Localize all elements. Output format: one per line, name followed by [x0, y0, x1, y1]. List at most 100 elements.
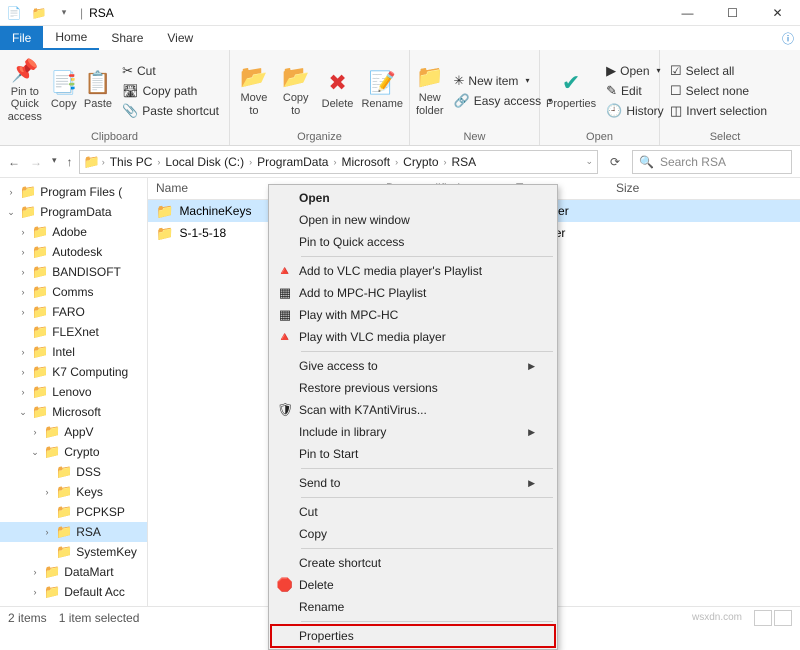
chevron-icon[interactable]: ⌄ — [18, 407, 28, 418]
invert-selection-button[interactable]: ◫Invert selection — [666, 102, 771, 120]
context-menu-item[interactable]: 🔺Play with VLC media player — [271, 326, 555, 348]
context-menu-item[interactable]: Cut — [271, 501, 555, 523]
context-menu-item[interactable]: Include in library▶ — [271, 421, 555, 443]
maximize-button[interactable]: ☐ — [710, 0, 755, 26]
context-menu-item[interactable]: 🛑Delete — [271, 574, 555, 596]
sidebar-item[interactable]: ›📁Intel — [0, 342, 147, 362]
minimize-button[interactable]: ― — [665, 0, 710, 26]
context-menu-item[interactable]: 🔺Add to VLC media player's Playlist — [271, 260, 555, 282]
sidebar-item[interactable]: ›📁Lenovo — [0, 382, 147, 402]
chevron-icon[interactable]: › — [42, 527, 52, 537]
qat-dropdown[interactable]: ▾ — [50, 7, 78, 18]
chevron-icon[interactable]: › — [30, 427, 40, 437]
new-folder-button[interactable]: 📁New folder — [416, 64, 444, 116]
tab-file[interactable]: File — [0, 26, 43, 50]
ribbon-collapse[interactable]: ⓘ — [776, 26, 800, 50]
view-large-icons-button[interactable] — [774, 610, 792, 626]
context-menu-item[interactable]: 🛡Scan with K7AntiVirus... — [271, 399, 555, 421]
search-input[interactable]: 🔍 Search RSA — [632, 150, 792, 174]
chevron-icon[interactable]: › — [18, 287, 28, 297]
sidebar-item[interactable]: 📁PCPKSP — [0, 502, 147, 522]
chevron-icon[interactable]: › — [18, 267, 28, 277]
sidebar-item[interactable]: 📁SystemKey — [0, 542, 147, 562]
context-menu-item[interactable]: Give access to▶ — [271, 355, 555, 377]
context-menu-item[interactable]: ▦Add to MPC-HC Playlist — [271, 282, 555, 304]
sidebar-item[interactable]: ›📁AppV — [0, 422, 147, 442]
crumb-programdata[interactable]: ProgramData — [254, 155, 331, 169]
sidebar-item[interactable]: ⌄📁ProgramData — [0, 202, 147, 222]
address-dropdown[interactable]: ⌄ — [585, 156, 593, 167]
crumb-local-disk[interactable]: Local Disk (C:) — [162, 155, 247, 169]
chevron-icon[interactable]: › — [18, 227, 28, 237]
view-details-button[interactable] — [754, 610, 772, 626]
chevron-icon[interactable]: › — [6, 187, 16, 197]
chevron-icon[interactable]: › — [18, 387, 28, 397]
sidebar-item[interactable]: 📁DSS — [0, 462, 147, 482]
pin-to-quick-access-button[interactable]: 📌Pin to Quick access — [6, 58, 44, 122]
delete-button[interactable]: ✖Delete — [320, 70, 356, 110]
breadcrumb[interactable]: 📁 › This PC› Local Disk (C:)› ProgramDat… — [79, 150, 598, 174]
context-menu-item[interactable]: Create shortcut — [271, 552, 555, 574]
column-size[interactable]: Size — [608, 178, 688, 199]
rename-button[interactable]: 📝Rename — [361, 70, 403, 110]
sidebar-item[interactable]: ›📁Adobe — [0, 222, 147, 242]
copy-path-button[interactable]: 🛣Copy path — [118, 82, 223, 100]
chevron-icon[interactable]: › — [18, 367, 28, 377]
select-all-button[interactable]: ☑Select all — [666, 62, 771, 80]
sidebar-item[interactable]: ⌄📁Microsoft — [0, 402, 147, 422]
context-menu-item[interactable]: Properties — [271, 625, 555, 647]
quick-access-toolbar-icon[interactable]: 📄 — [0, 6, 28, 20]
sidebar-item[interactable]: ›📁DataMart — [0, 562, 147, 582]
sidebar-item[interactable]: ›📁Comms — [0, 282, 147, 302]
crumb-this-pc[interactable]: This PC — [107, 155, 156, 169]
crumb-rsa[interactable]: RSA — [449, 155, 480, 169]
context-menu-item[interactable]: Pin to Start — [271, 443, 555, 465]
sidebar-item[interactable]: 📁FLEXnet — [0, 322, 147, 342]
select-none-button[interactable]: ☐Select none — [666, 82, 771, 100]
tab-home[interactable]: Home — [43, 26, 99, 50]
chevron-icon[interactable]: › — [30, 567, 40, 577]
context-menu-item[interactable]: ▦Play with MPC-HC — [271, 304, 555, 326]
paste-button[interactable]: 📋Paste — [84, 70, 112, 110]
up-button[interactable]: ↑ — [67, 155, 73, 169]
chevron-icon[interactable]: › — [18, 347, 28, 357]
edit-button[interactable]: ✎Edit — [602, 82, 668, 100]
tab-share[interactable]: Share — [99, 26, 155, 50]
sidebar-item[interactable]: ›📁K7 Computing — [0, 362, 147, 382]
context-menu-item[interactable]: Restore previous versions — [271, 377, 555, 399]
sidebar-item[interactable]: ›📁Default Acc — [0, 582, 147, 602]
forward-button[interactable]: → — [30, 155, 42, 169]
paste-shortcut-button[interactable]: 📎Paste shortcut — [118, 102, 223, 120]
context-menu-item[interactable]: Open — [271, 187, 555, 209]
chevron-icon[interactable]: › — [18, 307, 28, 317]
back-button[interactable]: ← — [8, 155, 20, 169]
chevron-icon[interactable]: ⌄ — [6, 207, 16, 218]
tab-view[interactable]: View — [155, 26, 205, 50]
sidebar-item[interactable]: ›📁Program Files ( — [0, 182, 147, 202]
cut-button[interactable]: ✂Cut — [118, 62, 223, 80]
refresh-button[interactable]: ⟳ — [604, 155, 626, 169]
chevron-icon[interactable]: ⌄ — [30, 447, 40, 458]
navigation-tree[interactable]: ›📁Program Files (⌄📁ProgramData›📁Adobe›📁A… — [0, 178, 148, 606]
sidebar-item[interactable]: ›📁Keys — [0, 482, 147, 502]
close-button[interactable]: ✕ — [755, 0, 800, 26]
context-menu-item[interactable]: Send to▶ — [271, 472, 555, 494]
context-menu-item[interactable]: Pin to Quick access — [271, 231, 555, 253]
chevron-icon[interactable]: › — [18, 247, 28, 257]
recent-locations-button[interactable]: ▾ — [52, 155, 57, 169]
sidebar-item[interactable]: ›📁BANDISOFT — [0, 262, 147, 282]
open-button[interactable]: ▶Open▾ — [602, 62, 668, 80]
context-menu-item[interactable]: Open in new window — [271, 209, 555, 231]
crumb-crypto[interactable]: Crypto — [400, 155, 441, 169]
history-button[interactable]: 🕘History — [602, 102, 668, 120]
crumb-microsoft[interactable]: Microsoft — [338, 155, 393, 169]
sidebar-item[interactable]: ›📁RSA — [0, 522, 147, 542]
sidebar-item[interactable]: ›📁Autodesk — [0, 242, 147, 262]
context-menu-item[interactable]: Rename — [271, 596, 555, 618]
copy-to-button[interactable]: 📂Copy to — [278, 64, 314, 116]
sidebar-item[interactable]: ›📁FARO — [0, 302, 147, 322]
chevron-icon[interactable]: › — [42, 487, 52, 497]
copy-button[interactable]: 📑Copy — [50, 70, 78, 110]
move-to-button[interactable]: 📂Move to — [236, 64, 272, 116]
sidebar-item[interactable]: ⌄📁Crypto — [0, 442, 147, 462]
